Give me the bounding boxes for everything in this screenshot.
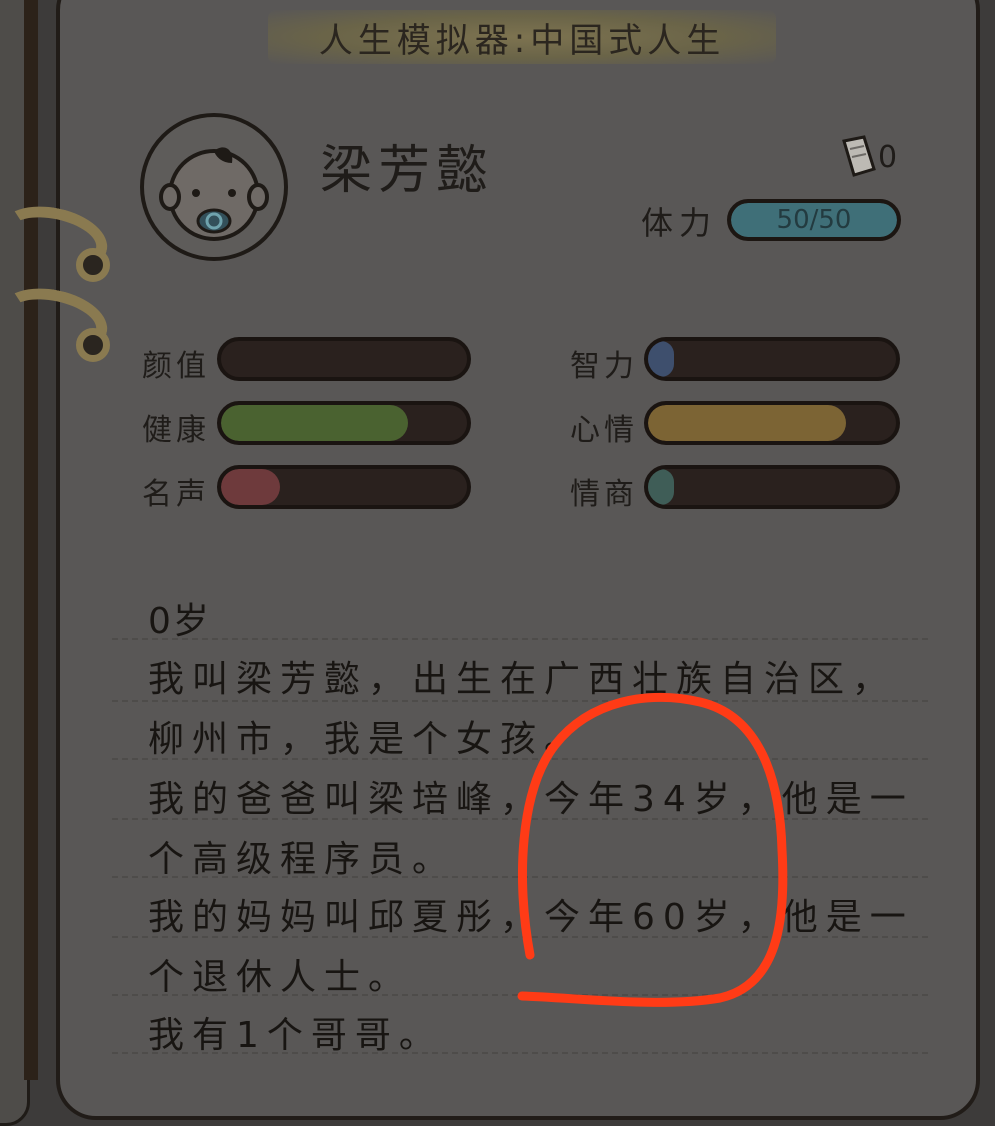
red-annotation-circle (517, 692, 788, 1007)
